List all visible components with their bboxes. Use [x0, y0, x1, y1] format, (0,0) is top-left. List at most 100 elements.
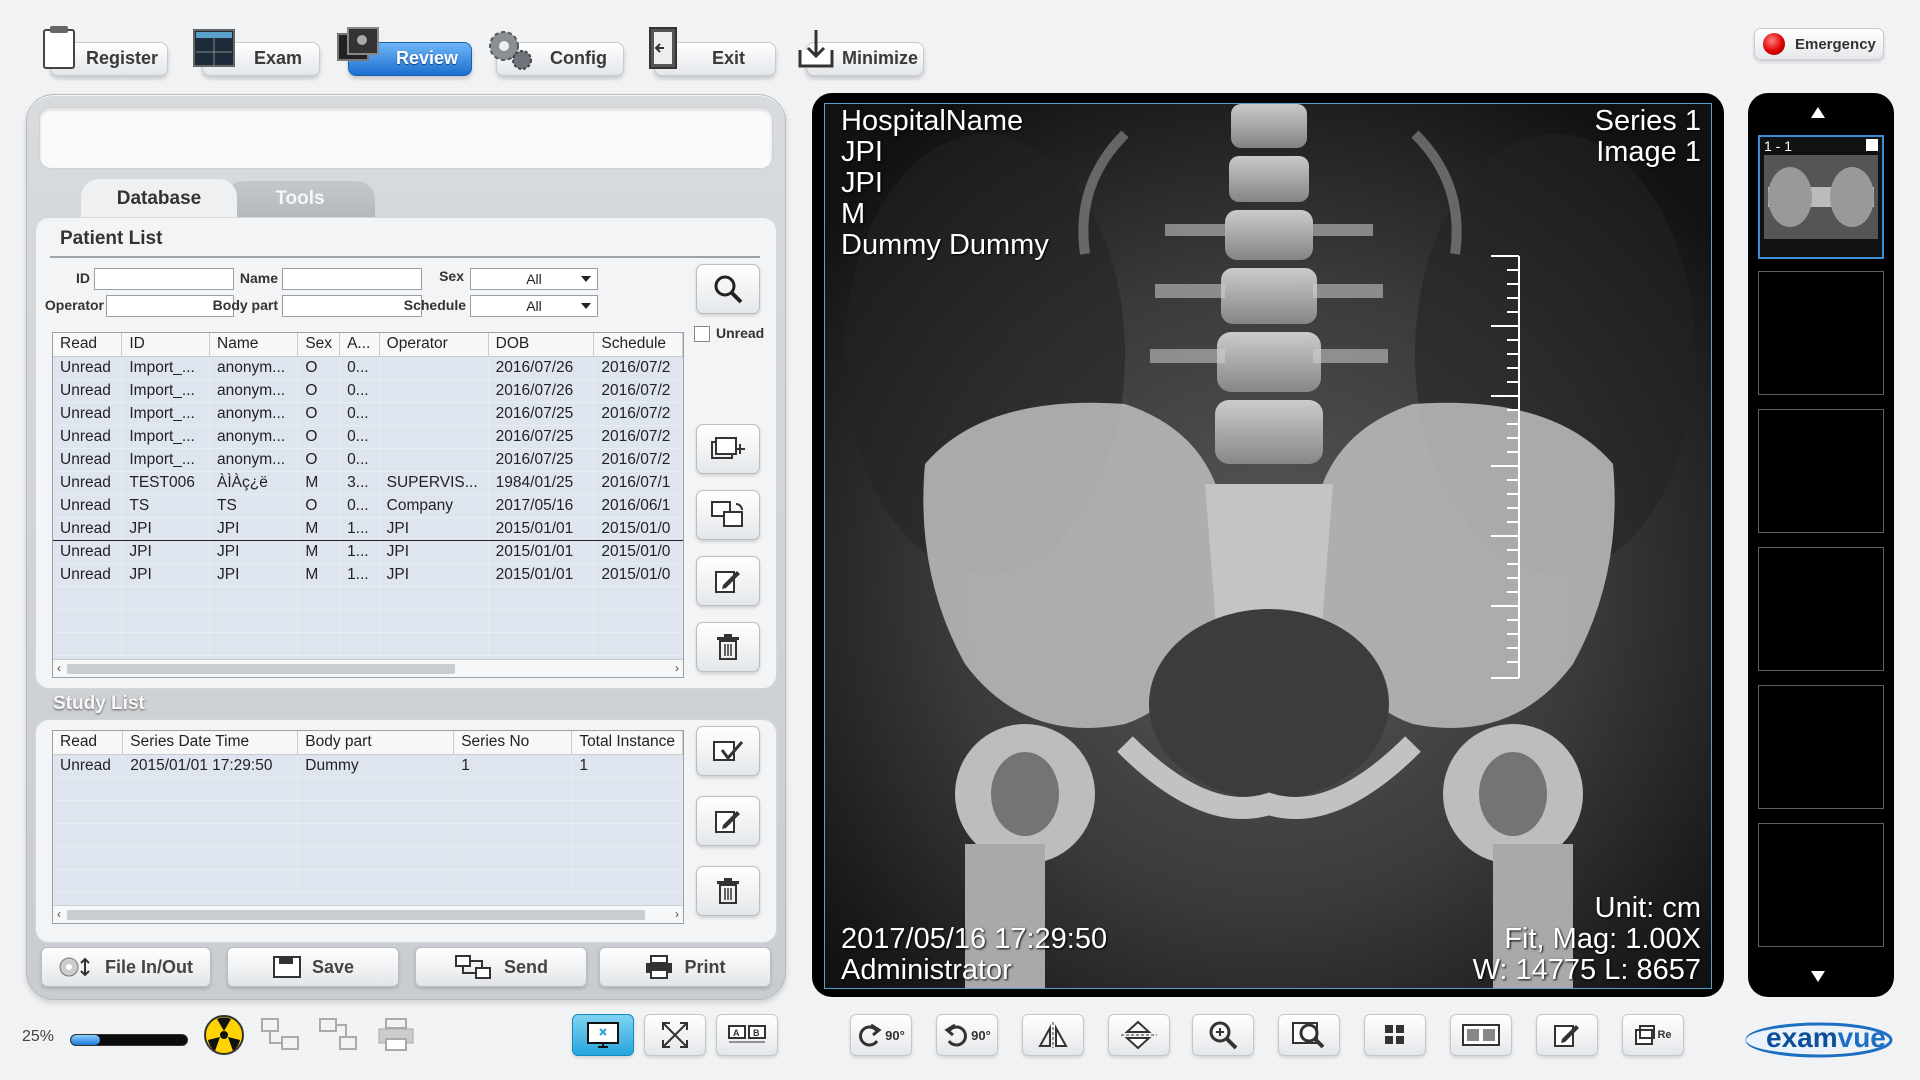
table-row[interactable]: Unread TS TS O 0... Company 2017/05/16 2016/06/… — [53, 494, 683, 518]
thumbnail-slot[interactable] — [1758, 271, 1884, 395]
radiation-icon[interactable] — [196, 1014, 252, 1056]
column-header[interactable]: Schedule — [593, 333, 683, 357]
confirm-study-button[interactable] — [696, 726, 760, 776]
register-button[interactable]: Register — [38, 20, 168, 76]
tab-database[interactable]: Database — [81, 179, 237, 219]
thumbnail-slot[interactable] — [1758, 685, 1884, 809]
send-button[interactable]: Send — [415, 947, 587, 987]
name-field[interactable] — [282, 268, 422, 290]
schedule-select[interactable]: All — [470, 295, 598, 317]
column-header[interactable]: Total Instance — [571, 731, 683, 755]
emergency-button[interactable]: Emergency — [1754, 28, 1884, 60]
image-viewer[interactable]: HospitalName JPI JPI M Dummy Dummy Serie… — [812, 93, 1724, 997]
table-row[interactable] — [53, 823, 683, 847]
table-row[interactable]: Unread Import_... anonym... O 0... 2016/07/26… — [53, 356, 683, 380]
scroll-left-icon[interactable]: ‹ — [57, 661, 61, 675]
reprocess-button[interactable]: Re — [1622, 1014, 1684, 1056]
save-button[interactable]: Save — [227, 947, 399, 987]
exit-button[interactable]: Exit — [642, 20, 776, 76]
horizontal-scrollbar[interactable]: ‹ › — [53, 905, 683, 923]
layout-ab-button[interactable]: AB — [716, 1014, 778, 1056]
compare-button[interactable] — [1450, 1014, 1512, 1056]
table-cell: Company — [379, 494, 489, 518]
edit-study-button[interactable] — [696, 796, 760, 846]
table-row[interactable]: Unread Import_... anonym... O 0... 2016/07/26… — [53, 379, 683, 403]
table-row[interactable]: Unread Import_... anonym... O 0... 2016/07/25… — [53, 402, 683, 426]
table-row[interactable] — [53, 800, 683, 824]
magnifier-button[interactable] — [1278, 1014, 1340, 1056]
table-row[interactable] — [53, 869, 683, 893]
table-row[interactable]: Unread 2015/01/01 17:29:50 Dummy 1 1 — [53, 754, 683, 778]
column-header[interactable]: Series No — [453, 731, 573, 755]
sex-select[interactable]: All — [470, 268, 598, 290]
scroll-thumb[interactable] — [67, 664, 455, 674]
thumbnail-slot[interactable] — [1758, 547, 1884, 671]
worklist-sync-icon[interactable] — [254, 1014, 310, 1056]
printer-status-icon[interactable] — [368, 1014, 424, 1056]
table-row[interactable] — [53, 846, 683, 870]
transfer-button[interactable] — [696, 490, 760, 540]
delete-patient-button[interactable] — [696, 622, 760, 672]
flip-vertical-button[interactable] — [1108, 1014, 1170, 1056]
thumbnail-slot[interactable] — [1758, 823, 1884, 947]
column-header[interactable]: Body part — [297, 731, 455, 755]
config-button[interactable]: Config — [484, 20, 624, 76]
search-button[interactable] — [696, 264, 760, 314]
table-row[interactable]: Unread JPI JPI M 1... JPI 2015/01/01 2015/01/0 — [53, 516, 683, 541]
patient-table[interactable]: Read ID Name Sex A... Operator DOB Schedule Unr… — [52, 332, 684, 678]
thumbnail[interactable]: 1 - 1 — [1758, 135, 1884, 259]
horizontal-scrollbar[interactable]: ‹ › — [53, 659, 683, 677]
print-button[interactable]: Print — [599, 947, 771, 987]
scroll-down-icon[interactable] — [1811, 971, 1825, 982]
grid-layout-button[interactable] — [1364, 1014, 1426, 1056]
file-in-out-button[interactable]: File In/Out — [41, 947, 211, 987]
thumbnail-slot[interactable] — [1758, 409, 1884, 533]
worklist-search-bar[interactable] — [39, 107, 773, 169]
scroll-up-icon[interactable] — [1811, 107, 1825, 118]
table-row[interactable]: Unread Import_... anonym... O 0... 2016/07/25… — [53, 425, 683, 449]
zoom-button[interactable] — [1192, 1014, 1254, 1056]
table-row[interactable]: Unread JPI JPI M 1... JPI 2015/01/01 2015/01/0 — [53, 563, 683, 587]
tab-tools[interactable]: Tools — [225, 181, 375, 217]
monitor-view-button[interactable] — [572, 1014, 634, 1056]
annotate-button[interactable] — [1536, 1014, 1598, 1056]
table-row[interactable] — [53, 586, 683, 610]
table-row[interactable]: Unread TEST006 ÀÌÀç¿ë M 3... SUPERVIS... 1984/… — [53, 471, 683, 495]
column-header[interactable]: Read — [53, 333, 123, 357]
network-icon[interactable] — [312, 1014, 368, 1056]
add-series-button[interactable] — [696, 424, 760, 474]
column-header[interactable]: Sex — [297, 333, 341, 357]
scroll-right-icon[interactable]: › — [675, 661, 679, 675]
flip-horizontal-button[interactable] — [1022, 1014, 1084, 1056]
minimize-button[interactable]: Minimize — [794, 20, 924, 76]
table-row[interactable]: Unread Import_... anonym... O 0... 2016/07/25… — [53, 448, 683, 472]
table-row[interactable]: Unread JPI JPI M 1... JPI 2015/01/01 2015/01/0 — [53, 540, 683, 564]
side-by-side-icon — [1462, 1024, 1500, 1046]
table-row[interactable] — [53, 777, 683, 801]
exam-button[interactable]: Exam — [190, 20, 320, 76]
study-table[interactable]: Read Series Date Time Body part Series No To… — [52, 730, 684, 924]
scroll-thumb[interactable] — [67, 910, 645, 920]
scroll-left-icon[interactable]: ‹ — [57, 907, 61, 921]
table-cell — [53, 846, 124, 870]
table-cell — [379, 609, 489, 633]
review-button[interactable]: Review — [336, 20, 472, 76]
scroll-right-icon[interactable]: › — [675, 907, 679, 921]
table-row[interactable] — [53, 632, 683, 656]
column-header[interactable]: Operator — [379, 333, 489, 357]
table-row[interactable] — [53, 609, 683, 633]
edit-patient-button[interactable] — [696, 556, 760, 606]
column-header[interactable]: Series Date Time — [122, 731, 299, 755]
viewport[interactable]: HospitalName JPI JPI M Dummy Dummy Serie… — [824, 103, 1712, 989]
unread-checkbox[interactable] — [694, 326, 710, 342]
delete-study-button[interactable] — [696, 866, 760, 916]
fit-screen-button[interactable] — [644, 1014, 706, 1056]
column-header[interactable]: ID — [121, 333, 211, 357]
column-header[interactable]: A... — [339, 333, 380, 357]
id-field[interactable] — [94, 268, 234, 290]
rotate-ccw-button[interactable]: 90° — [936, 1014, 998, 1056]
rotate-cw-button[interactable]: 90° — [850, 1014, 912, 1056]
column-header[interactable]: DOB — [488, 333, 595, 357]
column-header[interactable]: Name — [209, 333, 299, 357]
column-header[interactable]: Read — [53, 731, 124, 755]
